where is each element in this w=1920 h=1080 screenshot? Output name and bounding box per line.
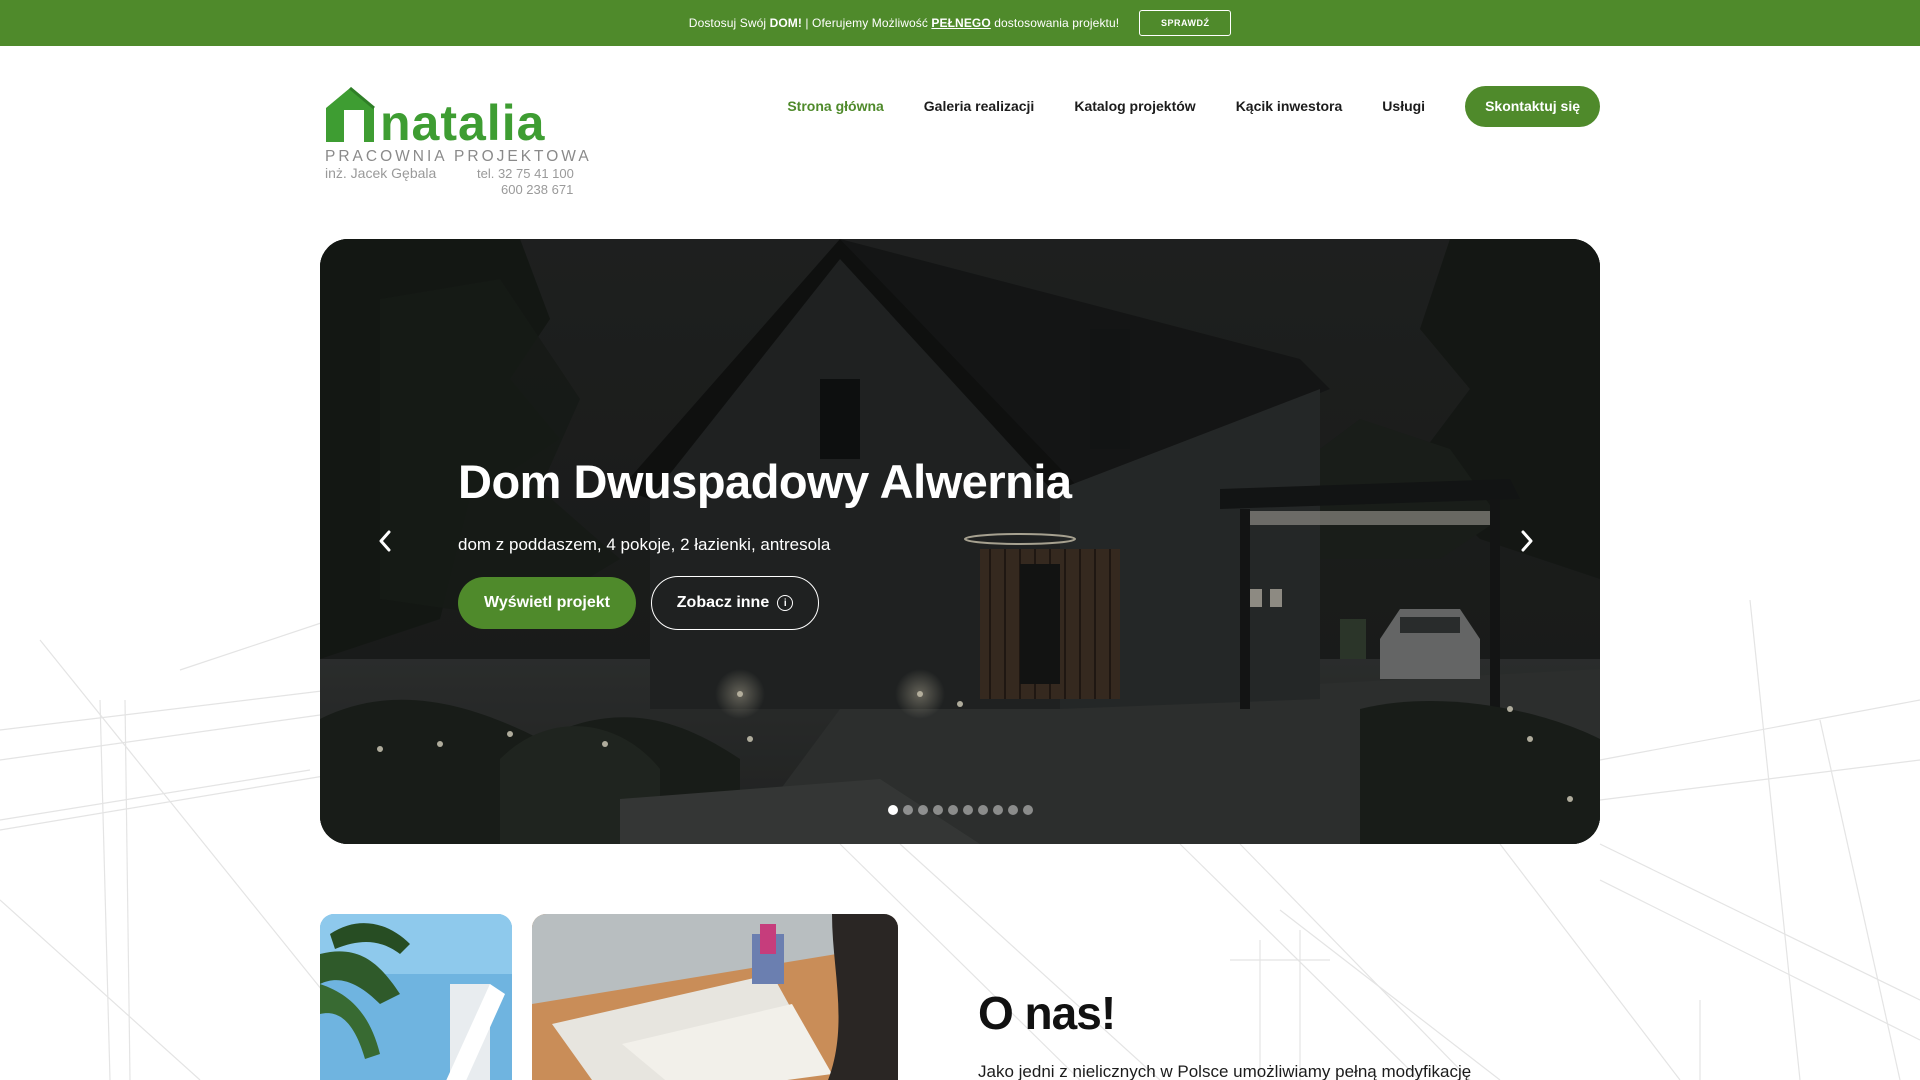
nav-item-home[interactable]: Strona główna [787, 98, 883, 114]
slider-dots [888, 805, 1038, 815]
slider-dot-9[interactable] [1008, 805, 1018, 815]
slider-dot-3[interactable] [918, 805, 928, 815]
chevron-left-icon [379, 530, 391, 552]
main-nav: Strona główna Galeria realizacji Katalog… [747, 85, 1600, 127]
about-image-palm [320, 914, 512, 1080]
slider-dot-2[interactable] [903, 805, 913, 815]
slider-prev-button[interactable] [370, 523, 400, 559]
contact-button[interactable]: Skontaktuj się [1465, 85, 1600, 127]
hero-slider: Dom Dwuspadowy Alwernia dom z poddaszem,… [320, 239, 1600, 844]
about-title: O nas! [978, 987, 1116, 1039]
promo-check-button[interactable]: SPRAWDŹ [1139, 10, 1232, 36]
hero-subtitle: dom z poddaszem, 4 pokoje, 2 łazienki, a… [458, 535, 831, 554]
slider-dot-7[interactable] [978, 805, 988, 815]
slider-next-button[interactable] [1512, 523, 1542, 559]
logo[interactable]: natalia PRACOWNIA PROJEKTOWA inż. Jacek … [320, 84, 592, 197]
slider-dot-4[interactable] [933, 805, 943, 815]
slider-dot-5[interactable] [948, 805, 958, 815]
promo-bar: Dostosuj Swój DOM! | Oferujemy Możliwość… [0, 0, 1920, 46]
site-header: natalia PRACOWNIA PROJEKTOWA inż. Jacek … [320, 80, 1600, 200]
nav-item-catalog[interactable]: Katalog projektów [1074, 98, 1195, 114]
chevron-right-icon [1521, 530, 1533, 552]
slider-dot-8[interactable] [993, 805, 1003, 815]
see-others-button[interactable]: Zobacz inne i [651, 576, 819, 630]
slider-dot-10[interactable] [1023, 805, 1033, 815]
promo-text: Dostosuj Swój DOM! | Oferujemy Możliwość… [688, 16, 1120, 30]
logo-phone-2: 600 238 671 [501, 182, 574, 197]
hero-title: Dom Dwuspadowy Alwernia [458, 455, 1072, 508]
logo-owner: inż. Jacek Gębala [325, 165, 437, 181]
about-image-drawings [532, 914, 898, 1080]
logo-phone-1: tel. 32 75 41 100 [477, 166, 574, 181]
nav-item-services[interactable]: Usługi [1382, 98, 1425, 114]
house-logo-icon [326, 86, 375, 142]
see-others-label: Zobacz inne [676, 594, 770, 611]
logo-wordmark: natalia [380, 95, 546, 151]
about-text: Jako jedni z nielicznych w Polsce umożli… [978, 1062, 1472, 1080]
info-icon: i [777, 595, 794, 611]
logo-subtitle: PRACOWNIA PROJEKTOWA [325, 148, 592, 165]
slider-dot-1[interactable] [888, 805, 898, 815]
nav-item-investor[interactable]: Kącik inwestora [1236, 98, 1343, 114]
slider-dot-6[interactable] [963, 805, 973, 815]
nav-item-gallery[interactable]: Galeria realizacji [924, 98, 1035, 114]
view-project-button[interactable]: Wyświetl projekt [458, 577, 636, 629]
